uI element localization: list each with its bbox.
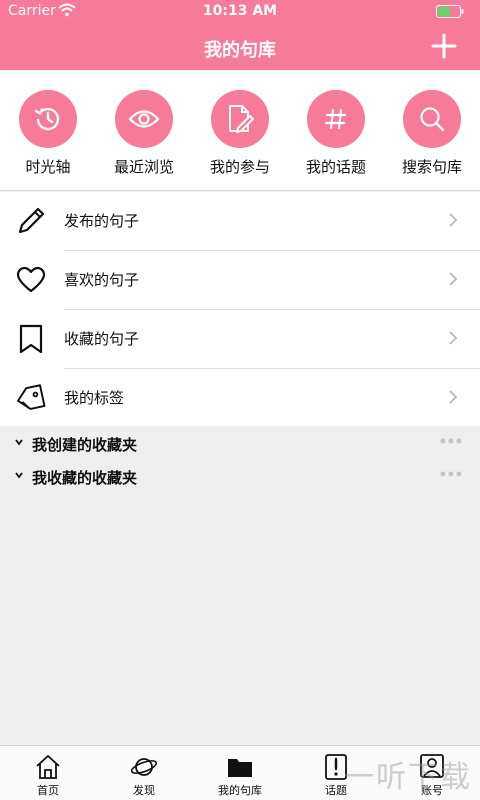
quick-action-timeline[interactable]: 时光轴: [0, 90, 96, 177]
quick-actions-bar: 时光轴 最近浏览 我的参与 我的话题 搜索句库: [0, 70, 480, 191]
search-icon: [420, 107, 445, 132]
app-header: Carrier 10:13 AM 我的句库: [0, 0, 480, 70]
heart-icon: [16, 266, 46, 293]
menu-item-published[interactable]: 发布的句子: [0, 192, 480, 250]
more-icon[interactable]: [440, 438, 462, 444]
menu-item-collected[interactable]: 收藏的句子: [0, 310, 480, 368]
battery-icon: [436, 5, 464, 18]
tab-my-library[interactable]: 我的句库: [192, 750, 288, 800]
more-icon[interactable]: [440, 471, 462, 477]
menu-item-tags[interactable]: 我的标签: [0, 369, 480, 427]
status-time: 10:13 AM: [202, 3, 278, 19]
bookmark-icon: [19, 324, 43, 354]
chevron-down-icon: [15, 439, 23, 446]
hashtag-icon: [324, 108, 347, 130]
menu-list: 发布的句子 喜欢的句子 收藏的句子 我的标签: [0, 192, 480, 426]
eye-icon: [128, 110, 160, 128]
chevron-right-icon: [449, 213, 458, 227]
quick-action-recent[interactable]: 最近浏览: [96, 90, 192, 177]
page-title: 我的句库: [204, 40, 276, 61]
history-icon: [34, 107, 60, 131]
chevron-right-icon: [449, 390, 458, 404]
chevron-down-icon: [15, 472, 23, 479]
menu-item-liked[interactable]: 喜欢的句子: [0, 251, 480, 309]
tab-home[interactable]: 首页: [0, 750, 96, 800]
folder-icon: [228, 759, 252, 777]
folder-section-collected[interactable]: 我收藏的收藏夹: [0, 461, 480, 491]
status-bar: Carrier 10:13 AM: [0, 0, 480, 22]
quick-action-participation[interactable]: 我的参与: [192, 90, 288, 177]
planet-icon: [130, 758, 158, 776]
folder-section-created[interactable]: 我创建的收藏夹: [0, 428, 480, 458]
quick-action-search[interactable]: 搜索句库: [384, 90, 480, 177]
watermark: 一听下载: [344, 760, 472, 795]
quick-action-topics[interactable]: 我的话题: [288, 90, 384, 177]
chevron-right-icon: [449, 331, 458, 345]
chevron-right-icon: [449, 272, 458, 286]
pencil-icon: [18, 207, 45, 234]
tag-icon: [17, 384, 46, 410]
add-button[interactable]: [430, 32, 458, 60]
home-icon: [36, 755, 60, 779]
edit-document-icon: [229, 105, 254, 133]
tab-discover[interactable]: 发现: [96, 750, 192, 800]
